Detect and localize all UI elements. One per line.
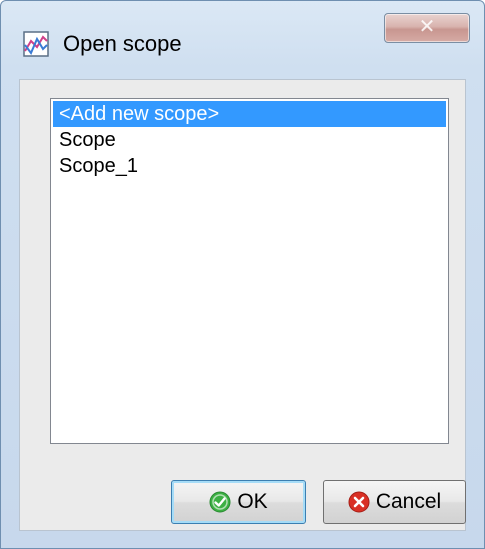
button-bar: OK Cancel — [20, 460, 466, 530]
scope-listbox[interactable]: <Add new scope> Scope Scope_1 — [50, 98, 449, 444]
scope-chart-icon — [23, 31, 49, 57]
dialog-content: <Add new scope> Scope Scope_1 OK Cancel — [19, 79, 466, 531]
cancel-button-label: Cancel — [375, 490, 442, 513]
title-bar[interactable]: Open scope ✕ — [1, 1, 484, 79]
cancel-icon — [348, 491, 370, 513]
close-button[interactable]: ✕ — [384, 13, 470, 43]
check-icon — [209, 491, 231, 513]
dialog-title: Open scope — [63, 31, 182, 56]
ok-button[interactable]: OK — [171, 480, 306, 524]
cancel-button[interactable]: Cancel — [323, 480, 466, 524]
list-item-scope-1[interactable]: Scope_1 — [53, 153, 446, 179]
list-item-scope[interactable]: Scope — [53, 127, 446, 153]
open-scope-dialog: Open scope ✕ <Add new scope> Scope Scope… — [0, 0, 485, 549]
list-item-add-new-scope[interactable]: <Add new scope> — [53, 101, 446, 127]
close-icon: ✕ — [418, 16, 436, 38]
ok-button-label: OK — [237, 490, 268, 513]
